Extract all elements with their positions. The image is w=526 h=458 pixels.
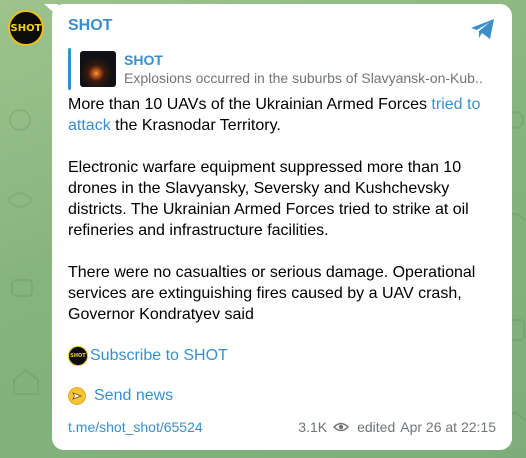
- message-text: More than 10 UAVs of the Ukrainian Armed…: [68, 94, 496, 346]
- post-link[interactable]: t.me/shot_shot/65524: [68, 419, 203, 435]
- reply-title: SHOT: [124, 52, 163, 68]
- eye-icon: [333, 422, 350, 432]
- message-paragraph-1: More than 10 UAVs of the Ukrainian Armed…: [68, 94, 496, 136]
- shot-logo-text: SHOT: [70, 353, 86, 359]
- reply-text: SHOT Explosions occurred in the suburbs …: [124, 51, 484, 87]
- subscribe-label[interactable]: Subscribe to SHOT: [90, 347, 228, 365]
- reply-preview[interactable]: SHOT Explosions occurred in the suburbs …: [68, 48, 484, 90]
- p1-text-before: More than 10 UAVs of the Ukrainian Armed…: [68, 96, 432, 113]
- reply-thumbnail: [80, 51, 116, 87]
- telegram-share-icon[interactable]: [470, 18, 496, 40]
- emoji-send-icon: [68, 387, 86, 405]
- message-bubble: SHOT SHOT Explosions occurred in the sub…: [52, 4, 512, 450]
- edited-label: edited: [357, 419, 396, 435]
- reply-snippet: Explosions occurred in the suburbs of Sl…: [124, 70, 484, 86]
- message-paragraph-3: There were no casualties or serious dama…: [68, 264, 476, 323]
- send-news-link[interactable]: Send news: [68, 387, 173, 405]
- channel-avatar[interactable]: SHOT: [8, 10, 44, 46]
- view-count: 3.1K: [298, 419, 328, 435]
- reply-accent-bar: [68, 48, 71, 90]
- send-news-label[interactable]: Send news: [94, 387, 173, 405]
- message-footer: t.me/shot_shot/65524 3.1K edited Apr 26 …: [68, 418, 496, 436]
- p1-text-after: the Krasnodar Territory.: [110, 117, 281, 134]
- message-meta: 3.1K edited Apr 26 at 22:15: [298, 419, 496, 435]
- channel-name[interactable]: SHOT: [68, 17, 112, 35]
- subscribe-link[interactable]: SHOT Subscribe to SHOT: [68, 346, 228, 366]
- message-date: Apr 26 at 22:15: [400, 419, 496, 435]
- avatar-logo-text: SHOT: [10, 22, 42, 34]
- message-paragraph-2: Electronic warfare equipment suppressed …: [68, 159, 469, 239]
- shot-logo-icon: SHOT: [68, 346, 88, 366]
